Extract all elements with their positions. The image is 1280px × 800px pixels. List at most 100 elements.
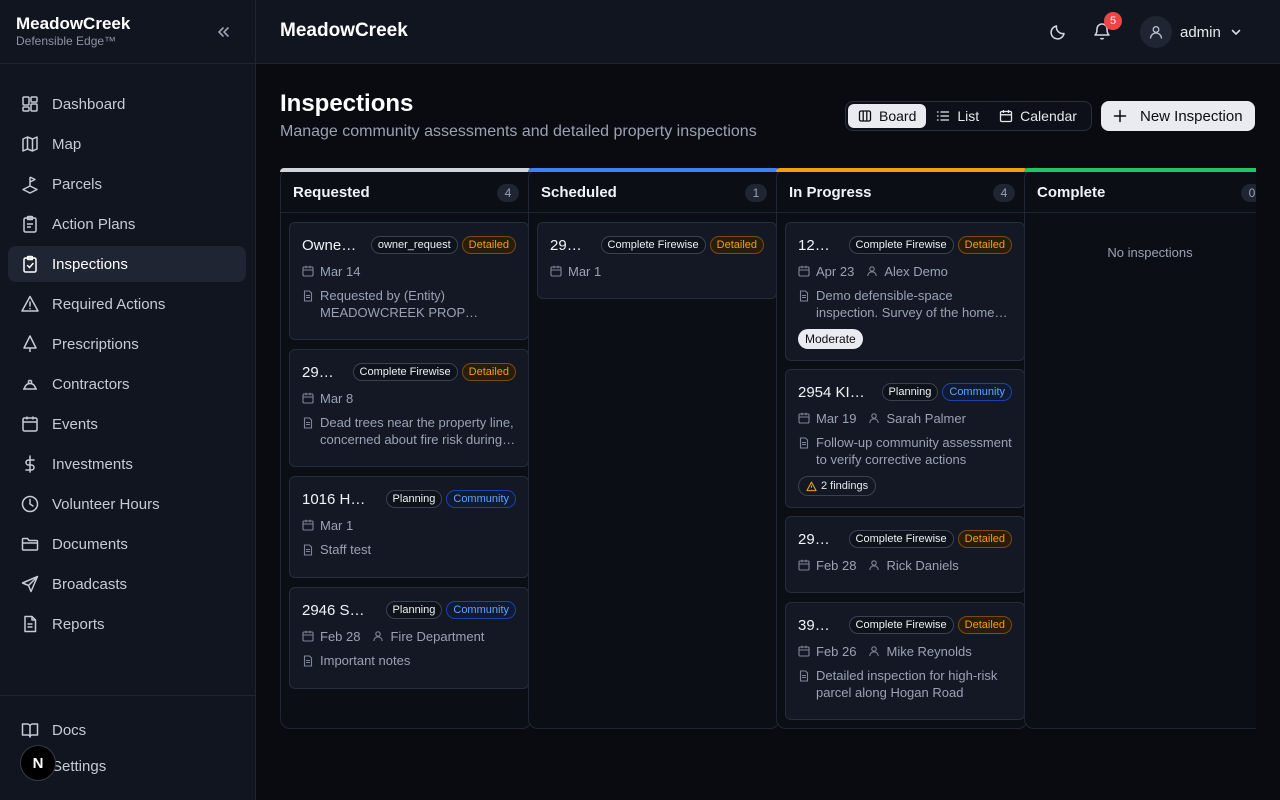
type-badge: Complete Firewise	[600, 236, 706, 254]
column-scheduled: Scheduled 1 2946 Hogan Complete Firewise…	[528, 168, 780, 729]
tree-icon	[20, 334, 52, 354]
sidebar-item-label: Investments	[52, 455, 133, 473]
column-complete: Complete 0 No inspections	[1024, 168, 1256, 729]
card-date: Mar 19	[816, 410, 857, 426]
folder-icon	[20, 534, 52, 554]
sidebar-item-documents[interactable]: Documents	[8, 526, 246, 562]
user-avatar-icon	[1140, 16, 1172, 48]
inspection-card[interactable]: 2946 Hogan Complete Firewise Detailed Ma…	[537, 222, 777, 299]
card-description: Requested by (Entity) MEADOWCREEK PROP O…	[320, 288, 465, 320]
sidebar-item-docs[interactable]: Docs	[8, 712, 246, 748]
calendar-icon	[798, 645, 816, 657]
columns-icon	[858, 109, 879, 123]
type-badge: Complete Firewise	[848, 236, 954, 254]
inspection-card[interactable]: 1234 Demo Lane Complete Firewise Detaile…	[785, 222, 1025, 361]
theme-toggle-moon-icon[interactable]	[1049, 23, 1067, 41]
column-title: In Progress	[789, 184, 872, 201]
new-inspection-label: New Inspection	[1140, 107, 1243, 125]
dev-tools-badge[interactable]: N	[20, 745, 56, 781]
column-title: Complete	[1037, 184, 1106, 201]
findings-badge: 2 findings	[798, 476, 877, 496]
sidebar-item-prescriptions[interactable]: Prescriptions	[8, 326, 246, 362]
sidebar-item-events[interactable]: Events	[8, 406, 246, 442]
new-inspection-button[interactable]: New Inspection	[1101, 101, 1255, 131]
inspection-card[interactable]: 2954 KIMBERLY Planning Community Mar 19 …	[785, 369, 1025, 508]
card-description: Dead trees near the property line, conce…	[320, 415, 514, 447]
kind-badge: Detailed	[461, 236, 516, 254]
inspection-card[interactable]: 2975 Hogan Rd Complete Firewise Detailed…	[289, 349, 529, 467]
card-description: Detailed inspection for high-risk parcel…	[816, 668, 998, 700]
document-icon	[302, 541, 320, 558]
sidebar-item-inspections[interactable]: Inspections	[8, 246, 246, 282]
column-header: Complete 0	[1025, 169, 1256, 213]
calendar-icon	[302, 519, 320, 531]
column-requested: Requested 4 Owner Request owner_request …	[280, 168, 532, 729]
document-icon	[798, 667, 816, 701]
card-description: Important notes	[320, 653, 411, 668]
clipboard-check-icon	[20, 254, 52, 274]
sidebar-item-reports[interactable]: Reports	[8, 606, 246, 642]
kanban-board: Requested 4 Owner Request owner_request …	[280, 168, 1256, 729]
inspection-card[interactable]: 2946 SYCAMORE Planning Community Feb 28 …	[289, 587, 529, 689]
card-title: 2946 Hogan	[550, 236, 589, 254]
user-icon	[866, 265, 884, 277]
sidebar-item-label: Settings	[52, 757, 107, 775]
collapse-sidebar-icon[interactable]	[213, 22, 233, 42]
user-menu[interactable]: admin	[1140, 16, 1243, 48]
card-date: Feb 26	[816, 643, 857, 659]
user-name: admin	[1180, 23, 1221, 41]
inspection-card[interactable]: 2954 Hogan Complete Firewise Detailed Fe…	[785, 516, 1025, 593]
brand: MeadowCreek Defensible Edge™	[0, 0, 255, 64]
sidebar-item-required-actions[interactable]: Required Actions	[8, 286, 246, 322]
sidebar: MeadowCreek Defensible Edge™ Dashboard M…	[0, 0, 256, 800]
risk-level-badge: Moderate	[798, 329, 863, 349]
page-title: Inspections	[280, 90, 414, 117]
sidebar-item-map[interactable]: Map	[8, 126, 246, 162]
column-count: 4	[993, 183, 1015, 202]
type-badge: Complete Firewise	[352, 363, 458, 381]
brand-tagline: Defensible Edge™	[16, 34, 117, 48]
chevron-down-icon	[1229, 25, 1243, 39]
card-date: Mar 1	[320, 517, 354, 533]
sidebar-item-contractors[interactable]: Contractors	[8, 366, 246, 402]
view-toggle: Board List Calendar	[845, 101, 1092, 131]
clock-icon	[20, 494, 52, 514]
sidebar-item-investments[interactable]: Investments	[8, 446, 246, 482]
card-description: Staff test	[320, 542, 372, 557]
calendar-view-button[interactable]: Calendar	[989, 104, 1087, 128]
column-count: 1	[745, 183, 767, 202]
app-title: MeadowCreek	[280, 20, 408, 41]
calendar-icon	[798, 559, 816, 571]
column-accent	[1024, 168, 1256, 172]
card-description: Demo defensible-space inspection. Survey…	[816, 288, 995, 320]
card-description: Follow-up community assessment to verify…	[816, 435, 1012, 467]
sidebar-item-broadcasts[interactable]: Broadcasts	[8, 566, 246, 602]
sidebar-item-label: Documents	[52, 535, 128, 553]
kind-badge: Community	[446, 490, 516, 508]
document-icon	[798, 287, 816, 321]
card-date: Mar 14	[320, 263, 361, 279]
inspection-card[interactable]: 1016 HOGAN RD Planning Community Mar 1 S…	[289, 476, 529, 578]
document-icon	[798, 434, 816, 468]
sidebar-item-volunteer-hours[interactable]: Volunteer Hours	[8, 486, 246, 522]
map-icon	[20, 134, 52, 154]
inspection-card[interactable]: 3907 Hogan Complete Firewise Detailed Fe…	[785, 602, 1025, 720]
column-title: Requested	[293, 184, 370, 201]
card-assignee: Mike Reynolds	[886, 643, 972, 659]
column-accent	[776, 168, 1028, 172]
list-view-button[interactable]: List	[926, 104, 989, 128]
board-view-button[interactable]: Board	[848, 104, 927, 128]
inspection-card[interactable]: Owner Request owner_request Detailed Mar…	[289, 222, 529, 340]
document-icon	[302, 414, 320, 448]
sidebar-item-dashboard[interactable]: Dashboard	[8, 86, 246, 122]
column-title: Scheduled	[541, 184, 617, 201]
type-badge: Complete Firewise	[848, 530, 954, 548]
sidebar-item-action-plans[interactable]: Action Plans	[8, 206, 246, 242]
card-assignee: Sarah Palmer	[886, 410, 966, 426]
sidebar-item-label: Required Actions	[52, 295, 166, 313]
sidebar-item-parcels[interactable]: Parcels	[8, 166, 246, 202]
sidebar-item-label: Map	[52, 135, 82, 153]
sidebar-item-label: Prescriptions	[52, 335, 139, 353]
kind-badge: Detailed	[957, 236, 1012, 254]
card-assignee: Rick Daniels	[886, 557, 959, 573]
